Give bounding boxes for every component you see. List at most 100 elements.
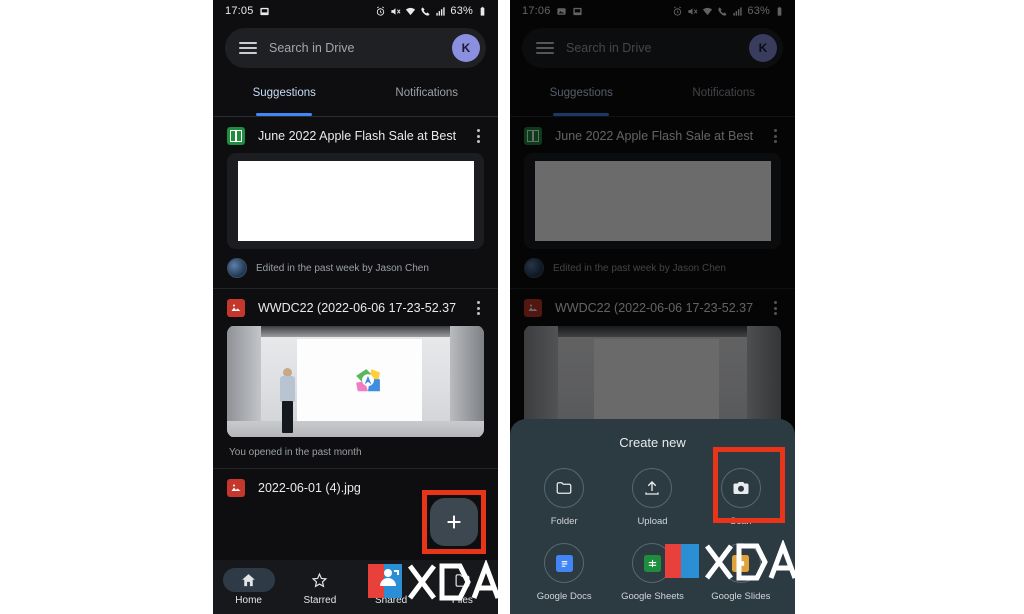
status-time: 17:06 [522,5,551,17]
image-file-icon [227,479,245,497]
sheet-label-upload: Upload [637,516,668,527]
screenshot-stage: 17:05 63% Search in Drive K Suggestions … [0,0,1024,614]
nav-label-shared: Shared [375,595,408,606]
search-container: Search in Drive K [510,22,795,76]
google-sheets-icon [227,127,245,145]
sheet-label-google-slides: Google Slides [711,591,771,602]
spreadsheet-preview [237,161,474,241]
status-bar: 17:06 63% [510,0,795,22]
search-input[interactable]: Search in Drive [269,41,440,55]
card-overflow-menu-icon[interactable] [470,301,486,315]
highlight-box-scan [713,447,785,523]
files-icon [455,573,470,587]
wwdc-video-preview [227,326,484,437]
editor-avatar [524,258,544,278]
image-file-icon [524,299,542,317]
tab-notifications[interactable]: Notifications [356,76,499,110]
alarm-icon [672,6,683,17]
status-time: 17:05 [225,5,254,17]
hamburger-icon[interactable] [536,42,554,54]
feed-card-sheets[interactable]: June 2022 Apple Flash Sale at Best... Ed… [213,117,498,288]
nav-label-files: Files [451,595,473,606]
card-footer-text: Edited in the past week by Jason Chen [553,262,726,274]
search-bar[interactable]: Search in Drive K [522,28,783,68]
card-overflow-menu-icon[interactable] [767,301,783,315]
card-footer-text: You opened in the past month [229,447,362,458]
avatar[interactable]: K [452,34,480,62]
sheet-label-google-docs: Google Docs [536,591,592,602]
signal-icon [435,6,446,17]
editor-avatar [227,258,247,278]
tab-notifications-label: Notifications [395,87,459,99]
battery-percent: 63% [747,5,770,17]
sheet-label-google-sheets: Google Sheets [621,591,684,602]
card-footer: You opened in the past month [213,438,498,468]
feed-card-sheets[interactable]: June 2022 Apple Flash Sale at Best... Ed… [510,117,795,288]
nav-item-starred[interactable]: Starred [284,568,355,606]
star-icon [312,572,328,587]
feed-card-image[interactable]: WWDC22 (2022-06-06 17-23-52.37... [510,289,795,438]
nav-label-home: Home [235,595,262,606]
nav-item-files[interactable]: Files [427,568,498,606]
home-icon [242,573,255,586]
card-header: June 2022 Apple Flash Sale at Best... [213,117,498,153]
card-title: WWDC22 (2022-06-06 17-23-52.37... [258,301,457,315]
screenshot-icon [259,6,270,17]
card-thumbnail[interactable] [227,153,484,249]
card-footer: Edited in the past week by Jason Chen [510,249,795,288]
avatar[interactable]: K [749,34,777,62]
call-icon [717,6,728,17]
wifi-icon [702,6,713,17]
sheet-item-folder[interactable]: Folder [520,468,608,527]
image-file-icon [227,299,245,317]
tab-suggestions-label: Suggestions [252,87,316,99]
card-thumbnail-wrap [213,325,498,438]
bottom-nav: Home Starred Shared Files [213,560,498,614]
sheet-item-upload[interactable]: Upload [608,468,696,527]
presenter-figure [280,368,295,433]
call-icon [420,6,431,17]
gallery-icon [556,6,567,17]
card-header: WWDC22 (2022-06-06 17-23-52.37... [213,289,498,325]
status-bar: 17:05 63% [213,0,498,22]
card-overflow-menu-icon[interactable] [767,129,783,143]
highlight-box-fab [422,490,486,554]
nav-item-shared[interactable]: Shared [356,568,427,606]
google-docs-icon [544,543,585,583]
card-overflow-menu-icon[interactable] [470,129,486,143]
tab-suggestions[interactable]: Suggestions [510,76,653,110]
card-thumbnail[interactable] [524,153,781,249]
search-bar[interactable]: Search in Drive K [225,28,486,68]
sheet-label-folder: Folder [550,516,578,527]
google-slides-icon [720,543,761,583]
card-thumbnail-wrap [213,153,498,249]
tab-suggestions[interactable]: Suggestions [213,76,356,110]
card-footer-text: Edited in the past week by Jason Chen [256,262,429,274]
card-header: June 2022 Apple Flash Sale at Best... [510,117,795,153]
google-sheets-icon [632,543,673,583]
alarm-icon [375,6,386,17]
shared-people-icon [384,573,399,587]
hamburger-icon[interactable] [239,42,257,54]
tab-notifications-label: Notifications [692,87,756,99]
card-title: June 2022 Apple Flash Sale at Best... [258,129,457,143]
sheet-item-google-slides[interactable]: Google Slides [697,543,785,602]
wifi-icon [405,6,416,17]
folder-icon [544,468,585,508]
tab-bar: Suggestions Notifications [510,76,795,110]
nav-item-home[interactable]: Home [213,568,284,606]
phone-screenshot-left: 17:05 63% Search in Drive K Suggestions … [213,0,498,614]
google-sheets-icon [524,127,542,145]
search-input[interactable]: Search in Drive [566,41,737,55]
card-footer: Edited in the past week by Jason Chen [213,249,498,288]
feed-card-image[interactable]: WWDC22 (2022-06-06 17-23-52.37... [213,289,498,468]
card-thumbnail[interactable] [227,325,484,438]
sheet-item-google-sheets[interactable]: Google Sheets [608,543,696,602]
tab-notifications[interactable]: Notifications [653,76,796,110]
phone-screenshot-right: 17:06 63% Search in Drive K Suggestions … [510,0,795,614]
mute-icon [687,6,698,17]
sheet-item-google-docs[interactable]: Google Docs [520,543,608,602]
card-header: WWDC22 (2022-06-06 17-23-52.37... [510,289,795,325]
mute-icon [390,6,401,17]
spreadsheet-preview [534,161,771,241]
